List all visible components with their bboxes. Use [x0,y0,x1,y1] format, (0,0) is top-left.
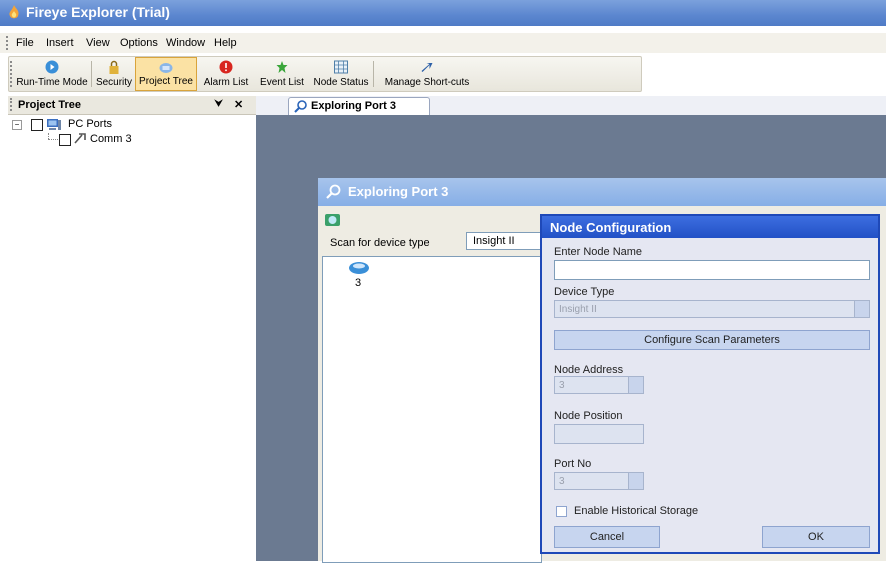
project-tree-title: Project Tree [18,99,81,111]
collapse-toggle[interactable]: − [12,120,22,130]
tree-item-comm3[interactable]: Comm 3 [90,133,132,145]
tree-checkbox-comm3[interactable] [59,134,71,146]
security-button[interactable]: Security [93,57,135,91]
tree-item-pc-ports[interactable]: PC Ports [68,118,112,130]
tree-icon [159,63,173,73]
shortcut-arrow-icon [421,63,433,72]
main-toolbar: Run-Time Mode Security Project Tree Alar… [8,56,642,92]
menu-bar: File Insert View Options Window Help [0,33,886,53]
tab-exploring-port-3[interactable]: Exploring Port 3 [288,97,430,115]
lock-icon [109,60,119,74]
scan-device-label: Scan for device type [330,237,430,249]
device-type-label: Device Type [554,286,615,298]
node-status-button[interactable]: Node Status [311,57,371,91]
node-configuration-dialog: Node Configuration Enter Node Name Devic… [540,214,880,554]
exploring-port-title-bar: Exploring Port 3 [318,178,886,206]
node-address-label: Node Address [554,364,624,376]
device-type-dropdown[interactable]: Insight II [466,232,542,250]
dialog-title-bar: Node Configuration [542,216,878,238]
chevron-down-icon [854,301,869,317]
project-tree-header: Project Tree ⮟ ✕ [8,96,256,115]
grid-icon [334,60,348,74]
port-no-label: Port No [554,458,592,470]
runtime-mode-button[interactable]: Run-Time Mode [15,57,89,91]
menu-view[interactable]: View [86,37,110,49]
node-position-input[interactable] [554,424,644,444]
device-type-select[interactable]: Insight II [554,300,870,318]
document-tab-strip: Exploring Port 3 [256,96,886,116]
computer-icon [47,119,61,130]
magnifier-icon [326,184,341,199]
chevron-down-icon [628,473,643,489]
play-icon [45,60,59,74]
menu-file[interactable]: File [16,37,34,49]
port-no-select[interactable]: 3 [554,472,644,490]
close-icon[interactable]: ✕ [234,98,243,111]
chevron-down-icon [628,377,643,393]
node-name-label: Enter Node Name [554,246,643,258]
node-address-select[interactable]: 3 [554,376,644,394]
event-list-button[interactable]: Event List [255,57,309,91]
ok-button[interactable]: OK [762,526,870,548]
magnifier-icon [294,100,307,113]
alarm-icon [219,60,233,74]
configure-scan-parameters-button[interactable]: Configure Scan Parameters [554,330,870,350]
event-icon [276,61,288,73]
connector-icon [74,133,86,144]
manage-shortcuts-button[interactable]: Manage Short-cuts [377,57,477,91]
exploring-port-title: Exploring Port 3 [348,184,449,199]
device-list: 3 [322,256,542,563]
menu-grip [6,36,11,50]
menu-window[interactable]: Window [166,37,205,49]
project-tree-button[interactable]: Project Tree [135,57,197,91]
tree-checkbox-pc-ports[interactable] [31,119,43,131]
node-position-label: Node Position [554,410,623,422]
node-name-input[interactable] [554,260,870,280]
dialog-title: Node Configuration [550,220,672,235]
pin-icon[interactable]: ⮟ [214,98,223,111]
device-icon[interactable] [348,261,370,275]
alarm-list-button[interactable]: Alarm List [199,57,253,91]
menu-help[interactable]: Help [214,37,237,49]
device-number: 3 [355,277,362,289]
app-title: Fireye Explorer (Trial) [26,4,170,20]
flame-icon [9,5,19,19]
cancel-button[interactable]: Cancel [554,526,660,548]
historical-storage-label: Enable Historical Storage [574,505,699,517]
project-tree-panel: − PC Ports Comm 3 [8,115,256,561]
menu-insert[interactable]: Insert [46,37,74,49]
app-title-bar: Fireye Explorer (Trial) [0,0,886,26]
historical-storage-checkbox[interactable] [556,506,567,517]
scan-icon[interactable] [324,212,342,228]
menu-options[interactable]: Options [120,37,158,49]
